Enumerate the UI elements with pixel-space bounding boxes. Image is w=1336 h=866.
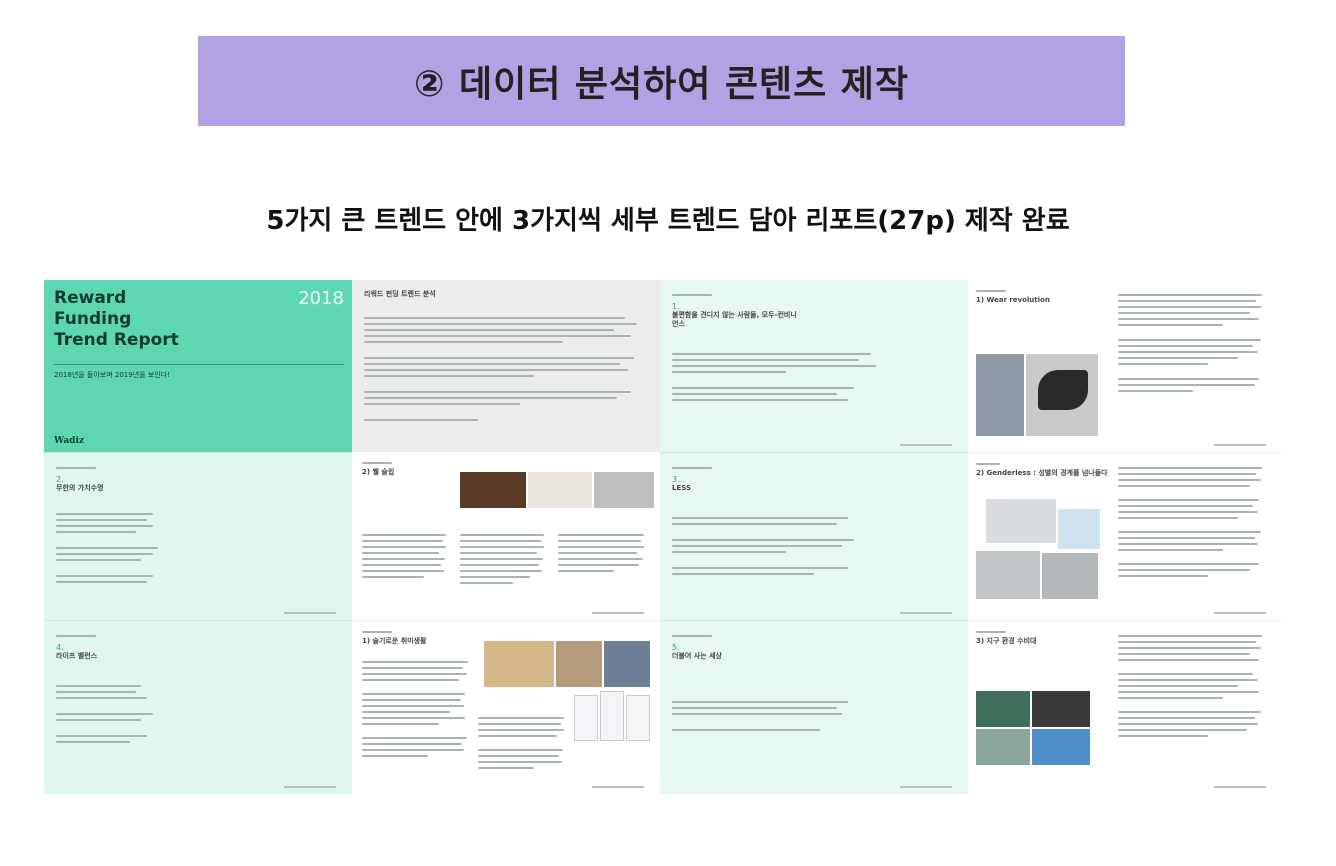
hobby-life-page: 1) 슬기로운 취미생활 (352, 620, 660, 794)
hobby-phone-screen-3 (626, 695, 650, 741)
wear-photo-1 (976, 354, 1024, 436)
hobby-photo-1 (484, 641, 554, 687)
section3-title: LESS (672, 484, 692, 492)
cover-tagline: 2018년을 돌아보며 2019년을 보인다! (54, 371, 170, 379)
cover-title-line: Trend Report (54, 330, 179, 350)
section3-page: 3. LESS (660, 452, 968, 620)
section5-number: 5. (672, 643, 680, 652)
cover-year: 2018 (298, 288, 344, 309)
section2-page: 2. 무한의 가치수명 (44, 452, 352, 620)
hobby-phone-screen-2 (600, 691, 624, 741)
section1-page: 1. 불편함을 견디지 않는 사람들, 모두-컨비니언스 (660, 280, 968, 452)
intro-page: 리워드 펀딩 트렌드 분석 (352, 280, 660, 452)
section4-title: 라이프 밸런스 (56, 652, 98, 660)
intro-heading: 리워드 펀딩 트렌드 분석 (364, 290, 436, 298)
genderless-photo-2 (1058, 509, 1100, 549)
sleep-photo-pillow (594, 472, 654, 508)
earth-guard-page: 3) 지구 환경 수비대 (968, 620, 1282, 794)
cover-title-line: Reward (54, 288, 127, 308)
section4-page: 4. 라이프 밸런스 (44, 620, 352, 794)
section2-number: 2. (56, 475, 64, 484)
earth-photo-2 (1032, 691, 1090, 727)
slide-subtitle: 5가지 큰 트렌드 안에 3가지씩 세부 트렌드 담아 리포트(27p) 제작 … (266, 206, 1070, 236)
earth-photo-4 (1032, 729, 1090, 765)
hobby-photo-2 (556, 641, 602, 687)
cover-title: Reward Funding Trend Report (54, 288, 179, 351)
section4-number: 4. (56, 643, 64, 652)
intro-text-block (364, 317, 648, 421)
section3-number: 3. (672, 475, 680, 484)
genderless-page: 2) Genderless : 성별의 경계를 넘나들다 (968, 452, 1282, 620)
section2-title: 무한의 가치수명 (56, 484, 104, 492)
cover-page: Reward Funding Trend Report 2018 2018년을 … (44, 280, 352, 452)
wear-photo-pants (1038, 370, 1088, 410)
cover-brand-logo: Wadiz (54, 436, 84, 446)
genderless-photo-3 (976, 551, 1040, 599)
report-pages-grid: Reward Funding Trend Report 2018 2018년을 … (44, 280, 1282, 794)
hobby-photo-3 (604, 641, 650, 687)
genderless-photo-4 (1042, 553, 1098, 599)
hobby-phone-screen-1 (574, 695, 598, 741)
banner-title: ② 데이터 분석하여 콘텐츠 제작 (413, 64, 910, 105)
slide-banner: ② 데이터 분석하여 콘텐츠 제작 (198, 36, 1125, 126)
earth-photo-3 (976, 729, 1030, 765)
section5-page: 5. 더불어 사는 세상 (660, 620, 968, 794)
earth-photo-1 (976, 691, 1030, 727)
wear-revolution-page: 1) Wear revolution (968, 280, 1282, 452)
section5-title: 더불어 사는 세상 (672, 652, 722, 660)
sleep-photo-bed (460, 472, 526, 508)
cover-divider (54, 364, 344, 365)
sleep-photo-desk (528, 472, 592, 508)
well-sleep-page: 2) 웰 슬립 (352, 452, 660, 620)
section1-number: 1. (672, 302, 680, 311)
cover-title-line: Funding (54, 309, 132, 329)
section1-title: 불편함을 견디지 않는 사람들, 모두-컨비니언스 (672, 311, 797, 328)
genderless-photo-1 (986, 499, 1056, 543)
